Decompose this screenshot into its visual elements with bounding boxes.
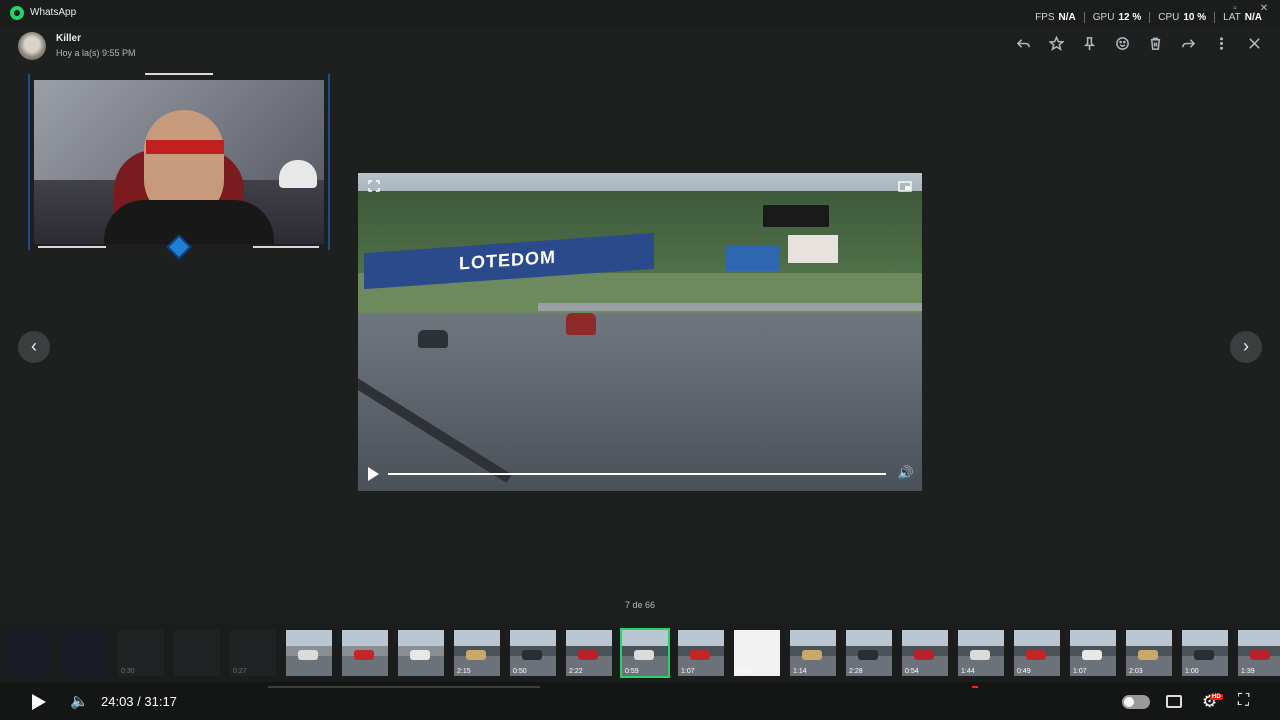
thumbnail[interactable] (286, 630, 332, 676)
video-volume-icon[interactable]: 🔊 (898, 466, 914, 480)
stat-fps: FPS N/A (1035, 12, 1076, 23)
thumbnail[interactable]: 0:27 (230, 630, 276, 676)
player-bar (0, 682, 1280, 720)
thumbnail-duration: 0:59 (625, 668, 639, 675)
webcam-overlay-image (34, 80, 324, 244)
thumbnail[interactable]: 0:33 (734, 630, 780, 676)
thumbnail-duration: 2:03 (1129, 668, 1143, 675)
thumbnail-duration: 1:07 (1073, 668, 1087, 675)
thumbnail[interactable]: 0:30 (118, 630, 164, 676)
more-icon[interactable] (1211, 36, 1231, 56)
thumbnail-duration: 0:54 (905, 668, 919, 675)
performance-stats: FPS N/A GPU 12 % CPU 10 % LAT N/A (1027, 12, 1270, 23)
message-timestamp: Hoy a la(s) 9:55 PM (56, 48, 136, 58)
thumbnail[interactable]: 2:03 (1126, 630, 1172, 676)
thumbnail-duration: 1:39 (1241, 668, 1255, 675)
playback-time: 24:03 / 31:17 (101, 694, 177, 709)
contact-name: Killer (56, 33, 82, 44)
video-player[interactable]: LOTEDOM 🔊 (358, 173, 922, 491)
thumbnail-strip: 0:30 0:27 2:15 0:50 2:22 0:59 1:07 0:33 1:14 2:28… (0, 624, 1280, 682)
thumbnail-duration: 0:49 (1017, 668, 1031, 675)
media-counter: 7 de 66 (624, 600, 656, 610)
thumbnail[interactable]: 2:22 (566, 630, 612, 676)
thumbnail[interactable]: 1:07 (1070, 630, 1116, 676)
stat-gpu: GPU 12 % (1083, 12, 1149, 23)
pin-icon[interactable] (1079, 36, 1099, 56)
hd-badge: HD (1210, 694, 1223, 700)
thumbnail[interactable]: 1:39 (1238, 630, 1280, 676)
thumbnail[interactable] (342, 630, 388, 676)
video-play-button[interactable] (368, 467, 379, 481)
thumbnail[interactable]: 0:50 (510, 630, 556, 676)
next-media-button[interactable]: › (1230, 331, 1262, 363)
thumbnail[interactable] (398, 630, 444, 676)
fullscreen-icon[interactable] (368, 180, 380, 192)
thumbnail-duration: 0:50 (513, 668, 527, 675)
thumbnail[interactable]: 0:49 (1014, 630, 1060, 676)
thumbnail[interactable]: 2:15 (454, 630, 500, 676)
stat-cpu: CPU 10 % (1149, 12, 1214, 23)
thumbnail[interactable] (6, 630, 52, 676)
popout-icon[interactable] (898, 180, 912, 192)
video-progress-bar[interactable] (388, 473, 886, 475)
thumbnail-duration: 0:27 (233, 668, 247, 675)
app-title: WhatsApp (30, 7, 77, 18)
thumbnail-duration: 2:15 (457, 668, 471, 675)
previous-media-button[interactable]: ‹ (18, 331, 50, 363)
autoplay-toggle[interactable] (1122, 695, 1150, 709)
reply-icon[interactable] (1013, 36, 1033, 56)
thumbnail[interactable]: 1:07 (678, 630, 724, 676)
webcam-frame-line (145, 73, 213, 75)
thumbnail[interactable]: 2:28 (846, 630, 892, 676)
avatar[interactable] (18, 32, 46, 60)
webcam-frame-line (253, 246, 319, 248)
thumbnail-duration: 1:14 (793, 668, 807, 675)
whatsapp-logo-icon (10, 6, 24, 20)
play-button[interactable] (32, 694, 46, 710)
star-icon[interactable] (1046, 35, 1066, 56)
volume-icon[interactable]: 🔈 (70, 692, 89, 710)
thumbnail[interactable]: 1:00 (1182, 630, 1228, 676)
seek-bar[interactable] (268, 686, 540, 688)
stat-lat: LAT N/A (1214, 12, 1270, 23)
close-icon[interactable] (1244, 36, 1264, 56)
media-toolbar (1013, 35, 1264, 56)
seek-bar-progress (972, 686, 978, 688)
forward-icon[interactable] (1178, 36, 1198, 56)
exit-fullscreen-icon[interactable]: ⛶ (1238, 692, 1249, 710)
thumbnail-duration: 0:33 (737, 668, 751, 675)
emoji-icon[interactable] (1112, 36, 1132, 56)
thumbnail-duration: 2:28 (849, 668, 863, 675)
delete-icon[interactable] (1145, 36, 1165, 56)
thumbnail[interactable] (62, 630, 108, 676)
thumbnail-duration: 0:30 (121, 668, 135, 675)
thumbnail[interactable]: 0:59 (620, 628, 670, 678)
thumbnail-duration: 2:22 (569, 668, 583, 675)
thumbnail[interactable] (174, 630, 220, 676)
thumbnail[interactable]: 0:54 (902, 630, 948, 676)
thumbnail[interactable]: 1:44 (958, 630, 1004, 676)
thumbnail-duration: 1:00 (1185, 668, 1199, 675)
thumbnail[interactable]: 1:14 (790, 630, 836, 676)
thumbnail-duration: 1:44 (961, 668, 975, 675)
webcam-frame-line (38, 246, 106, 248)
thumbnail-duration: 1:07 (681, 668, 695, 675)
subtitles-icon[interactable] (1166, 695, 1182, 708)
